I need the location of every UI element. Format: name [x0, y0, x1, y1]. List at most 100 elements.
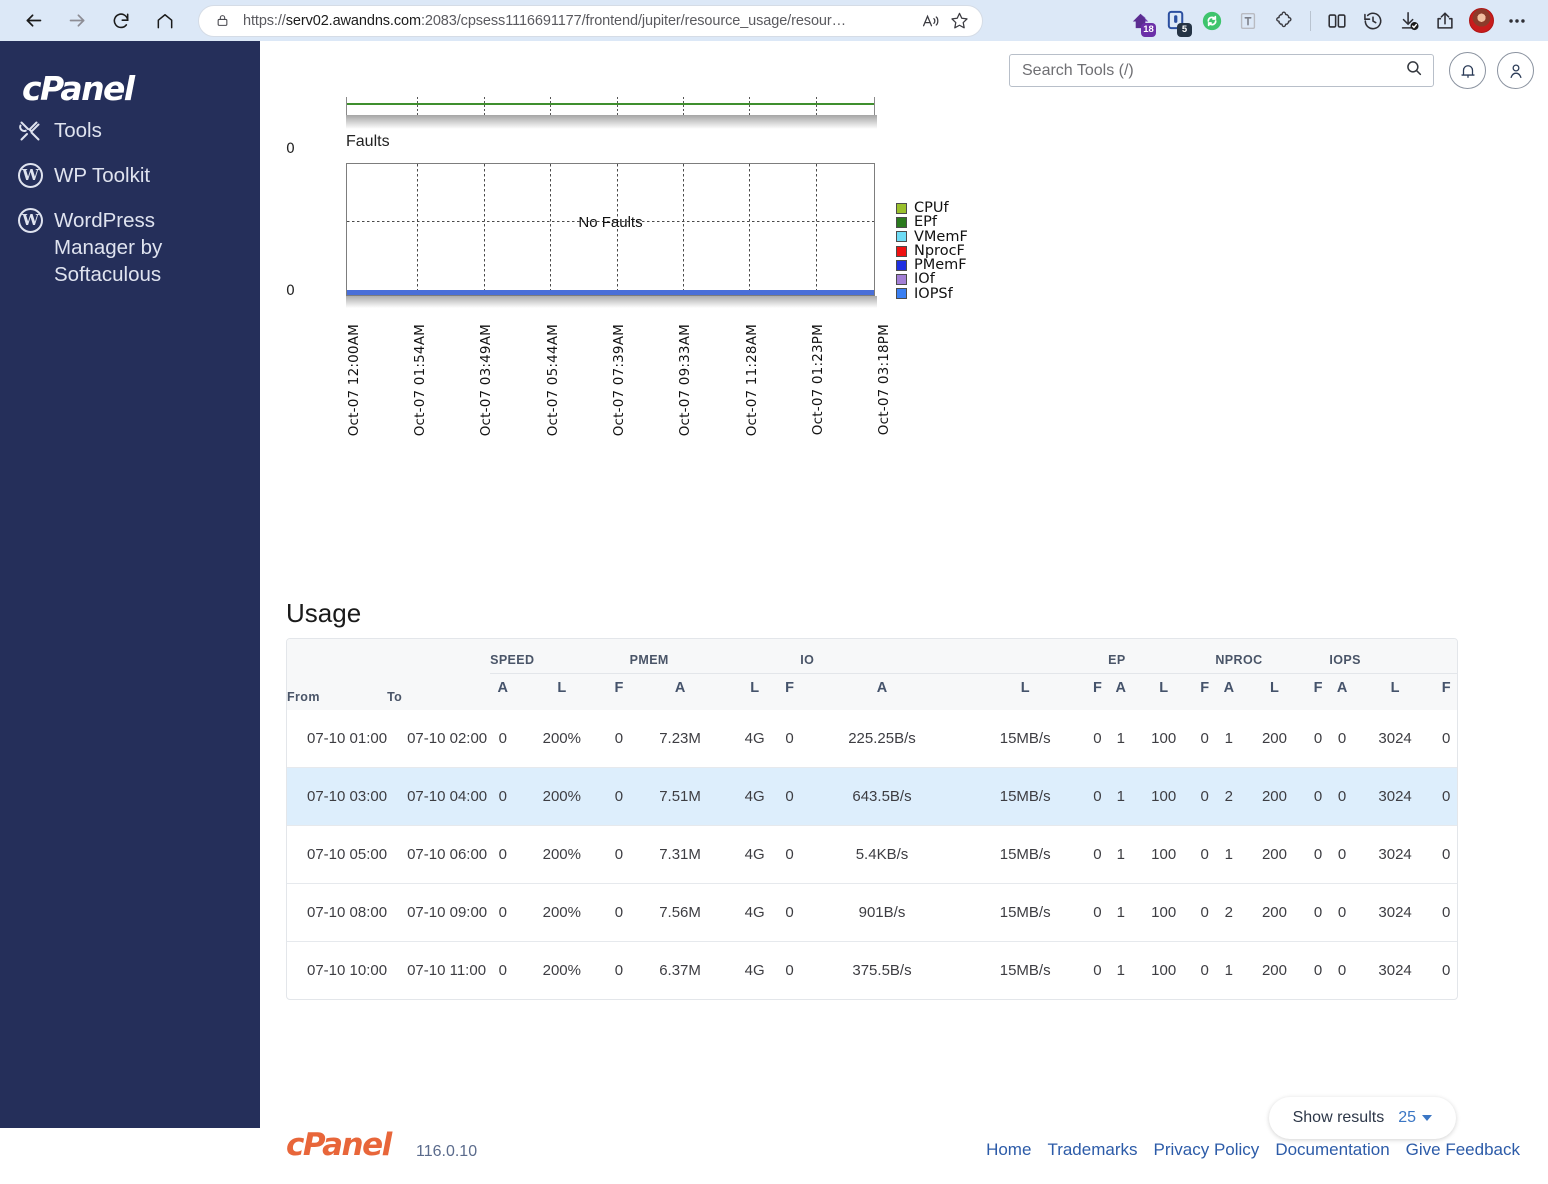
table-row[interactable]: 07-10 03:00 07-10 04:00 0 200% 0 7.51M 4…	[287, 767, 1457, 826]
cell-nproc-f: 0	[1306, 825, 1330, 884]
profile-avatar[interactable]	[1464, 4, 1498, 38]
read-aloud-icon[interactable]	[920, 13, 942, 29]
table-row[interactable]: 07-10 05:00 07-10 06:00 0 200% 0 7.31M 4…	[287, 825, 1457, 884]
back-arrow-icon[interactable]	[14, 2, 52, 40]
column-header-nproc-a[interactable]: A	[1215, 673, 1243, 710]
extension-badge: 5	[1177, 22, 1192, 37]
more-options-icon[interactable]	[1500, 4, 1534, 38]
downloads-icon[interactable]	[1392, 4, 1426, 38]
column-header-to[interactable]: To	[387, 639, 491, 710]
cell-to: 07-10 06:00	[387, 825, 491, 884]
resource-usage-charts: 0 Faults No Faults 0 CPUf EPf VMemF Npro…	[260, 97, 1548, 517]
cell-ep-f: 0	[1193, 941, 1216, 999]
table-row[interactable]: 07-10 10:00 07-10 11:00 0 200% 0 6.37M 4…	[287, 941, 1457, 999]
column-header-speed-a[interactable]: A	[490, 673, 516, 710]
footer-link-documentation[interactable]: Documentation	[1275, 1140, 1389, 1160]
cell-speed-f: 0	[608, 825, 630, 884]
blue-notes-extension-icon[interactable]: 5	[1159, 4, 1193, 38]
x-axis-tick: Oct-07 12:00AM	[346, 324, 362, 437]
legend-item: VMemF	[896, 229, 968, 244]
footer-link-trademarks[interactable]: Trademarks	[1047, 1140, 1137, 1160]
cpanel-logo[interactable]: cPanel	[22, 69, 260, 108]
cell-nproc-l: 200	[1242, 767, 1307, 826]
browser-toolbar: https://serv02.awandns.com:2083/cpsess11…	[0, 0, 1548, 41]
notifications-button[interactable]	[1449, 52, 1486, 89]
column-header-io-a[interactable]: A	[800, 673, 964, 710]
split-screen-icon[interactable]	[1320, 4, 1354, 38]
green-refresh-extension-icon[interactable]	[1195, 4, 1229, 38]
column-header-pmem-a[interactable]: A	[629, 673, 731, 710]
cell-iops-a: 0	[1329, 767, 1355, 826]
legend-label: IOf	[914, 271, 935, 288]
cell-speed-l: 200%	[515, 767, 609, 826]
cell-nproc-l: 200	[1242, 941, 1307, 999]
purple-extension-icon[interactable]: 18	[1123, 4, 1157, 38]
footer-link-give-feedback[interactable]: Give Feedback	[1406, 1140, 1520, 1160]
table-row[interactable]: 07-10 01:00 07-10 02:00 0 200% 0 7.23M 4…	[287, 710, 1457, 768]
reload-icon[interactable]	[102, 2, 140, 40]
footer-link-home[interactable]: Home	[986, 1140, 1031, 1160]
cell-io-a: 901B/s	[800, 883, 964, 942]
column-header-from[interactable]: From	[287, 639, 388, 710]
legend-swatch-iopsf	[896, 288, 907, 300]
cell-ep-f: 0	[1193, 883, 1216, 942]
cell-ep-a: 1	[1108, 825, 1134, 884]
column-header-pmem-f[interactable]: F	[778, 673, 801, 710]
lock-icon	[211, 13, 233, 28]
cell-ep-f: 0	[1200, 730, 1209, 747]
column-group-iops: IOPS	[1329, 639, 1457, 674]
search-box[interactable]	[1009, 54, 1434, 87]
wordpress-icon: W	[18, 162, 54, 189]
column-header-ep-l[interactable]: L	[1133, 673, 1194, 710]
legend-item: IOPSf	[896, 287, 968, 301]
footer-link-privacy-policy[interactable]: Privacy Policy	[1154, 1140, 1260, 1160]
cell-ep-a: 1	[1108, 883, 1134, 942]
column-group-ep: EP	[1108, 639, 1216, 674]
column-header-speed-l[interactable]: L	[515, 673, 609, 710]
column-header-pmem-l[interactable]: L	[730, 673, 779, 710]
cell-ep-f: 0	[1193, 767, 1216, 826]
cell-io-a: 375.5B/s	[800, 941, 964, 999]
column-header-ep-a[interactable]: A	[1108, 673, 1134, 710]
search-icon[interactable]	[1405, 59, 1423, 82]
sidebar-item-wordpress-manager[interactable]: W WordPress Manager by Softaculous	[18, 198, 260, 297]
column-header-speed-f[interactable]: F	[608, 673, 630, 710]
sidebar-item-wp-toolkit[interactable]: W WP Toolkit	[18, 153, 260, 198]
faults-chart: No Faults	[346, 163, 875, 296]
cell-ep-l: 100	[1133, 941, 1194, 999]
legend-swatch-vmemf	[896, 231, 907, 243]
legend-swatch-cpuf	[896, 202, 907, 214]
top-chart-clipped	[346, 97, 875, 115]
column-header-iops-f[interactable]: F	[1435, 673, 1457, 710]
column-header-io-f[interactable]: F	[1086, 673, 1109, 710]
table-row[interactable]: 07-10 08:00 07-10 09:00 0 200% 0 7.56M 4…	[287, 883, 1457, 942]
column-header-io-l[interactable]: L	[963, 673, 1087, 710]
share-icon[interactable]	[1428, 4, 1462, 38]
text-extension-icon[interactable]	[1231, 4, 1265, 38]
cell-to: 07-10 04:00	[387, 767, 491, 826]
home-icon[interactable]	[146, 2, 184, 40]
cell-pmem-l: 4G	[730, 883, 779, 942]
sidebar-item-tools[interactable]: Tools	[18, 108, 260, 153]
legend-label: EPf	[914, 214, 938, 231]
wordpress-icon: W	[18, 207, 54, 234]
cell-from: 07-10 05:00	[287, 825, 388, 884]
cell-to: 07-10 11:00	[387, 941, 491, 999]
column-header-nproc-f[interactable]: F	[1306, 673, 1330, 710]
chart-legend: CPUf EPf VMemF NprocF PMemF IOf IOPSf	[896, 201, 968, 301]
cell-pmem-l: 4G	[744, 730, 765, 747]
star-icon[interactable]	[948, 11, 970, 30]
cell-iops-f: 0	[1435, 883, 1457, 942]
column-group-nproc: NPROC	[1215, 639, 1330, 674]
forward-arrow-icon[interactable]	[58, 2, 96, 40]
puzzle-extensions-icon[interactable]	[1267, 4, 1301, 38]
search-input[interactable]	[1020, 60, 1405, 81]
column-header-iops-l[interactable]: L	[1354, 673, 1436, 710]
column-header-nproc-l[interactable]: L	[1242, 673, 1307, 710]
address-bar[interactable]: https://serv02.awandns.com:2083/cpsess11…	[198, 4, 983, 37]
column-header-ep-f[interactable]: F	[1193, 673, 1216, 710]
tools-icon	[18, 117, 54, 144]
column-header-iops-a[interactable]: A	[1329, 673, 1355, 710]
account-button[interactable]	[1497, 52, 1534, 89]
history-icon[interactable]	[1356, 4, 1390, 38]
